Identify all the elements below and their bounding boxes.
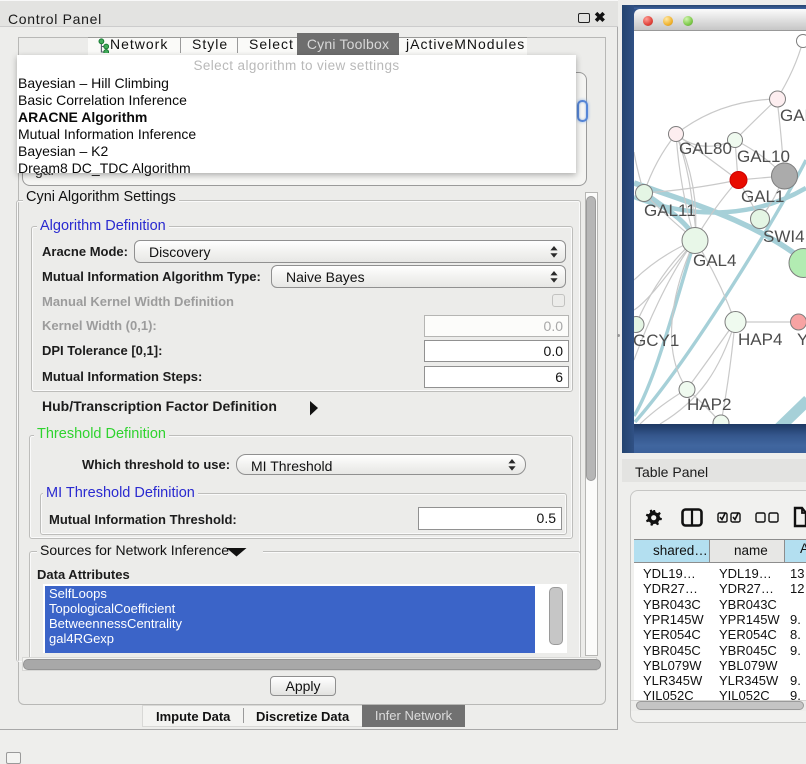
svg-text:GAL: GAL bbox=[780, 106, 806, 125]
svg-text:HAP4: HAP4 bbox=[738, 330, 782, 349]
svg-text:SWI4: SWI4 bbox=[763, 227, 805, 246]
svg-text:GCY1: GCY1 bbox=[634, 331, 679, 350]
svg-text:GAL10: GAL10 bbox=[737, 147, 790, 166]
svg-text:GAL1: GAL1 bbox=[741, 187, 784, 206]
svg-text:Y: Y bbox=[797, 330, 806, 349]
svg-text:GAL80: GAL80 bbox=[679, 139, 732, 158]
svg-text:GAL11: GAL11 bbox=[644, 201, 696, 220]
svg-text:GAL4: GAL4 bbox=[693, 251, 736, 270]
svg-text:HAP2: HAP2 bbox=[687, 395, 731, 414]
